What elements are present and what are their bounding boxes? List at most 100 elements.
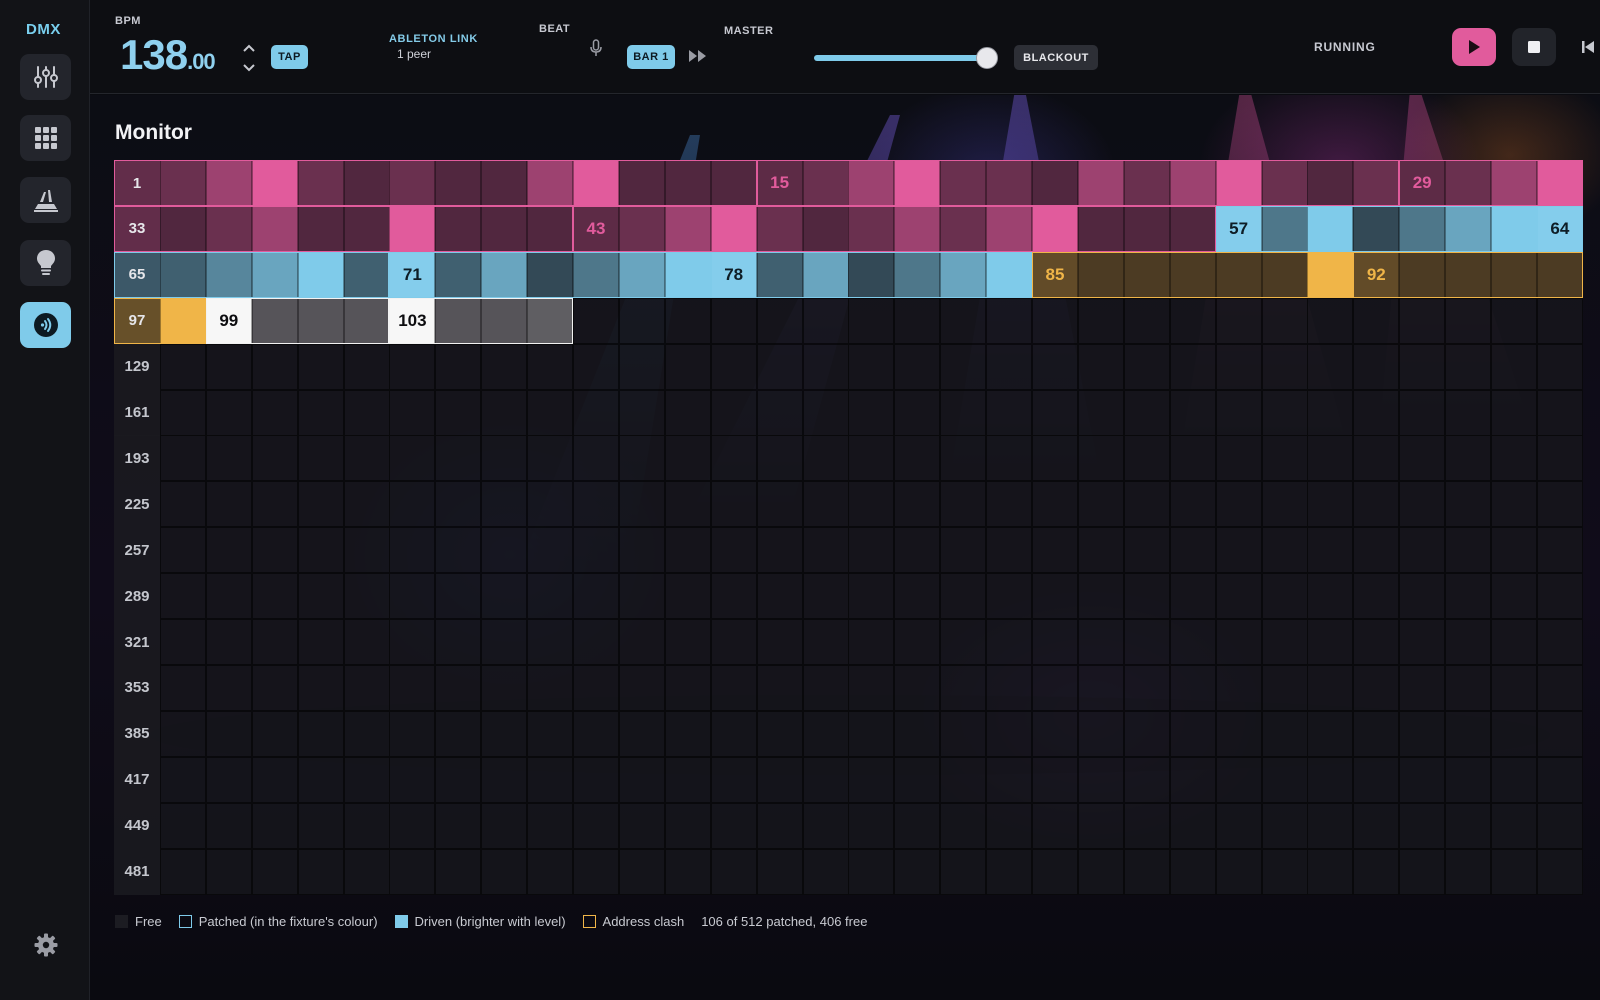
channel-cell-free[interactable] (1215, 435, 1262, 482)
channel-cell-patched[interactable] (1032, 160, 1078, 206)
channel-cell-free[interactable] (297, 389, 344, 436)
channel-cell-free[interactable] (1353, 343, 1400, 390)
channel-cell-free[interactable] (297, 756, 344, 803)
bar-counter-badge[interactable]: BAR 1 (627, 45, 675, 69)
fixture-start-cell[interactable]: 85 (1032, 251, 1078, 298)
channel-cell-free[interactable] (527, 435, 574, 482)
channel-cell-free[interactable] (573, 389, 619, 436)
channel-cell-free[interactable] (1032, 848, 1078, 895)
channel-cell-free[interactable] (1399, 481, 1446, 528)
channel-cell-free[interactable] (1077, 802, 1124, 849)
channel-cell-free[interactable] (1353, 435, 1400, 482)
channel-cell-free[interactable] (343, 435, 390, 482)
channel-cell-free[interactable] (1536, 527, 1583, 574)
channel-cell-free[interactable] (481, 619, 528, 665)
channel-cell-free[interactable] (894, 573, 941, 620)
channel-cell-patched[interactable] (251, 160, 298, 206)
channel-cell-free[interactable] (251, 389, 298, 436)
channel-cell-free[interactable] (159, 435, 206, 482)
channel-cell-free[interactable] (251, 435, 298, 482)
channel-cell-patched[interactable] (1399, 205, 1446, 252)
channel-cell-free[interactable] (940, 435, 987, 482)
channel-cell-patched[interactable] (1077, 205, 1124, 252)
channel-cell-free[interactable] (1399, 756, 1446, 803)
channel-cell-free[interactable] (1307, 297, 1354, 344)
channel-cell-free[interactable] (1307, 343, 1354, 390)
channel-cell-free[interactable] (297, 848, 344, 895)
channel-cell-free[interactable] (1399, 435, 1446, 482)
channel-cell-free[interactable] (1536, 343, 1583, 390)
channel-cell-free[interactable] (618, 297, 665, 344)
channel-cell-patched[interactable] (940, 251, 987, 298)
channel-cell-free[interactable] (894, 710, 941, 757)
nav-fixtures-button[interactable] (20, 240, 71, 286)
channel-cell-free[interactable] (1169, 297, 1216, 344)
channel-cell-free[interactable] (618, 481, 665, 528)
channel-cell-free[interactable] (940, 297, 987, 344)
channel-cell-patched[interactable] (664, 160, 711, 206)
channel-cell-free[interactable] (481, 573, 528, 620)
channel-cell-free[interactable] (756, 481, 803, 528)
channel-cell-free[interactable] (1261, 756, 1308, 803)
channel-cell-patched[interactable] (664, 205, 711, 252)
channel-cell-free[interactable] (481, 389, 528, 436)
channel-cell-patched[interactable] (1215, 160, 1262, 206)
channel-cell-free[interactable] (664, 481, 711, 528)
channel-cell-patched[interactable] (756, 205, 803, 252)
channel-cell-free[interactable] (343, 343, 390, 390)
channel-cell-free[interactable] (573, 710, 619, 757)
channel-cell-free[interactable] (802, 435, 849, 482)
channel-cell-patched[interactable] (986, 160, 1033, 206)
channel-cell-free[interactable] (205, 848, 252, 895)
channel-cell-free[interactable] (1445, 619, 1492, 665)
channel-cell-free[interactable] (251, 848, 298, 895)
channel-cell-free[interactable] (435, 389, 482, 436)
channel-cell-patched[interactable] (159, 160, 206, 206)
channel-cell-free[interactable] (940, 710, 987, 757)
channel-cell-free[interactable] (251, 756, 298, 803)
channel-cell-free[interactable] (1399, 710, 1446, 757)
channel-cell-free[interactable] (527, 619, 574, 665)
channel-cell-free[interactable] (573, 527, 619, 574)
channel-cell-free[interactable] (1307, 756, 1354, 803)
channel-cell-free[interactable] (389, 435, 436, 482)
channel-cell-free[interactable] (664, 710, 711, 757)
channel-cell-free[interactable] (986, 297, 1033, 344)
channel-cell-patched[interactable] (618, 160, 665, 206)
channel-cell-free[interactable] (389, 619, 436, 665)
channel-cell-free[interactable] (1123, 297, 1170, 344)
channel-cell-free[interactable] (1353, 664, 1400, 711)
channel-cell-patched[interactable] (894, 160, 941, 206)
channel-cell-free[interactable] (1032, 802, 1078, 849)
channel-cell-free[interactable] (848, 435, 895, 482)
channel-cell-free[interactable] (756, 848, 803, 895)
channel-cell-free[interactable] (159, 664, 206, 711)
channel-cell-free[interactable] (251, 802, 298, 849)
channel-cell-patched[interactable] (802, 160, 849, 206)
channel-cell-free[interactable] (894, 297, 941, 344)
channel-cell-free[interactable] (802, 343, 849, 390)
channel-cell-free[interactable] (1307, 481, 1354, 528)
channel-cell-free[interactable] (205, 619, 252, 665)
channel-cell-free[interactable] (573, 802, 619, 849)
channel-cell-free[interactable] (802, 756, 849, 803)
channel-cell-free[interactable] (664, 435, 711, 482)
channel-cell-free[interactable] (1536, 802, 1583, 849)
channel-cell-free[interactable] (710, 756, 757, 803)
channel-cell-free[interactable] (1261, 481, 1308, 528)
channel-cell-patched[interactable] (481, 251, 528, 298)
channel-cell-free[interactable] (1445, 802, 1492, 849)
fixture-start-cell[interactable]: 15 (756, 160, 803, 206)
channel-cell-free[interactable] (527, 848, 574, 895)
channel-cell-free[interactable] (1169, 481, 1216, 528)
channel-cell-free[interactable] (1032, 664, 1078, 711)
channel-cell-patched[interactable] (710, 160, 757, 206)
channel-cell-free[interactable] (756, 619, 803, 665)
channel-cell-patched[interactable] (527, 160, 574, 206)
channel-cell-free[interactable] (1215, 664, 1262, 711)
channel-cell-patched[interactable] (848, 251, 895, 298)
channel-cell-free[interactable] (848, 756, 895, 803)
channel-cell-patched[interactable] (527, 205, 574, 252)
channel-cell-patched[interactable] (1307, 251, 1354, 298)
chevron-up-icon[interactable] (242, 44, 256, 53)
